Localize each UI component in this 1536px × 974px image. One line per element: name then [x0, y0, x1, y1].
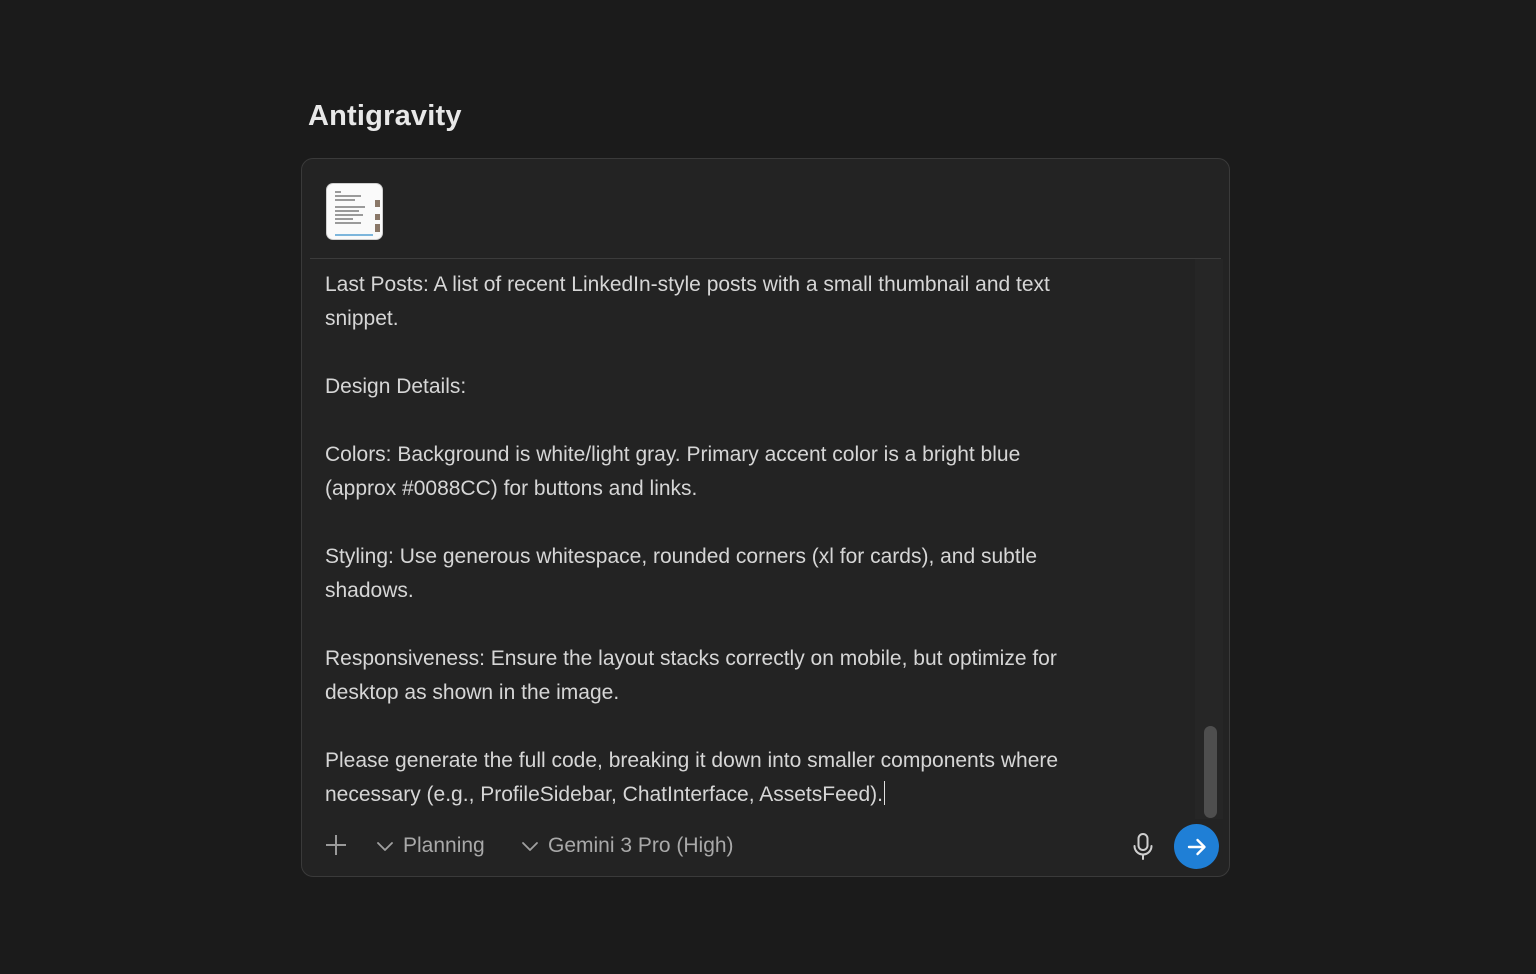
microphone-icon[interactable]: [1130, 831, 1156, 863]
chevron-down-icon: [522, 842, 538, 851]
text-caret: [883, 781, 886, 805]
mode-dropdown[interactable]: Planning: [376, 832, 485, 860]
send-button[interactable]: [1174, 824, 1219, 869]
prompt-composer: Last Posts: A list of recent LinkedIn-st…: [301, 158, 1230, 877]
mode-dropdown-label: Planning: [403, 834, 485, 857]
scrollbar-thumb[interactable]: [1204, 726, 1217, 818]
model-dropdown[interactable]: Gemini 3 Pro (High): [521, 832, 734, 860]
composer-toolbar: Planning Gemini 3 Pro (High): [302, 819, 1229, 875]
prompt-text: Last Posts: A list of recent LinkedIn-st…: [325, 273, 1059, 806]
image-attachment-thumbnail[interactable]: [326, 183, 383, 240]
prompt-input[interactable]: Last Posts: A list of recent LinkedIn-st…: [302, 259, 1195, 819]
chevron-down-icon: [377, 842, 393, 851]
app-title: Antigravity: [308, 100, 462, 132]
arrow-right-icon: [1187, 838, 1206, 855]
attachments-bar: [302, 159, 1229, 258]
model-dropdown-label: Gemini 3 Pro (High): [548, 834, 734, 857]
plus-icon[interactable]: [324, 833, 348, 857]
